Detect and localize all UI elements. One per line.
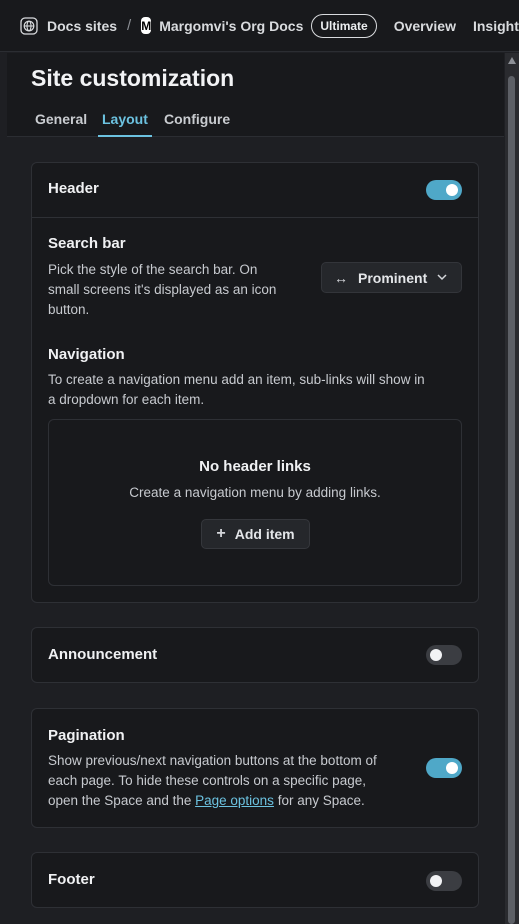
active-tab-indicator <box>98 135 152 137</box>
horizontal-arrows-icon: ↔ <box>334 269 348 286</box>
nav-overview[interactable]: Overview <box>394 18 456 34</box>
search-bar-title: Search bar <box>48 235 126 252</box>
page-options-link[interactable]: Page options <box>195 793 274 808</box>
chevron-down-icon <box>436 270 448 287</box>
toggle-knob <box>446 762 458 774</box>
empty-state-title: No header links <box>199 458 311 475</box>
header-card-title: Header <box>48 180 99 197</box>
pagination-title: Pagination <box>48 727 125 744</box>
announcement-toggle[interactable] <box>426 645 462 665</box>
card-divider <box>32 217 478 218</box>
toggle-knob <box>446 184 458 196</box>
breadcrumb-separator: / <box>127 17 132 34</box>
header-toggle[interactable] <box>426 180 462 200</box>
footer-card: Footer <box>31 852 479 908</box>
toggle-knob <box>430 649 442 661</box>
search-bar-description: Pick the style of the search bar. On sma… <box>48 260 276 320</box>
description-line: open the Space and the Page options for … <box>48 791 418 811</box>
add-item-button[interactable]: + Add item <box>201 519 310 549</box>
description-line: each page. To hide these controls on a s… <box>48 773 366 788</box>
announcement-card: Announcement <box>31 627 479 683</box>
description-line: To create a navigation menu add an item,… <box>48 372 425 387</box>
pagination-toggle[interactable] <box>426 758 462 778</box>
page-header: Site customization General Layout Config… <box>7 53 504 137</box>
pagination-card: Pagination Show previous/next navigation… <box>31 708 479 828</box>
breadcrumb-docs-sites[interactable]: Docs sites <box>47 18 117 34</box>
nav-insights[interactable]: Insights <box>473 18 519 34</box>
navigation-description: To create a navigation menu add an item,… <box>48 370 425 410</box>
scroll-up-arrow-icon[interactable] <box>508 57 516 64</box>
plus-icon: + <box>216 525 226 542</box>
org-logo: M <box>141 17 152 34</box>
breadcrumb-org-name[interactable]: Margomvi's Org Docs <box>159 18 303 34</box>
description-line: Pick the style of the search bar. On <box>48 262 258 277</box>
navigation-title: Navigation <box>48 346 125 363</box>
search-style-dropdown[interactable]: ↔ Prominent <box>321 262 462 293</box>
description-text: for any Space. <box>273 793 365 808</box>
header-card: Header Search bar Pick the style of the … <box>31 162 479 603</box>
announcement-title: Announcement <box>48 646 158 663</box>
description-line: a dropdown for each item. <box>48 392 205 407</box>
tab-configure[interactable]: Configure <box>164 111 230 127</box>
description-line: button. <box>48 302 90 317</box>
search-style-value: Prominent <box>358 269 428 286</box>
empty-state-description: Create a navigation menu by adding links… <box>129 485 381 500</box>
top-navigation-bar: Docs sites / M Margomvi's Org Docs Ultim… <box>0 0 519 52</box>
tab-general[interactable]: General <box>35 111 87 127</box>
description-text: open the Space and the <box>48 793 196 808</box>
pagination-description: Show previous/next navigation buttons at… <box>48 751 418 811</box>
add-item-label: Add item <box>234 526 295 542</box>
description-line: Show previous/next navigation buttons at… <box>48 753 377 768</box>
footer-toggle[interactable] <box>426 871 462 891</box>
globe-icon <box>20 16 38 35</box>
toggle-knob <box>430 875 442 887</box>
page-title: Site customization <box>31 65 235 91</box>
tab-layout[interactable]: Layout <box>102 111 148 127</box>
plan-badge: Ultimate <box>311 13 377 38</box>
description-line: small screens it's displayed as an icon <box>48 282 277 297</box>
header-links-empty-state: No header links Create a navigation menu… <box>48 419 462 586</box>
scrollbar-thumb[interactable] <box>508 76 515 924</box>
footer-title: Footer <box>48 871 95 888</box>
